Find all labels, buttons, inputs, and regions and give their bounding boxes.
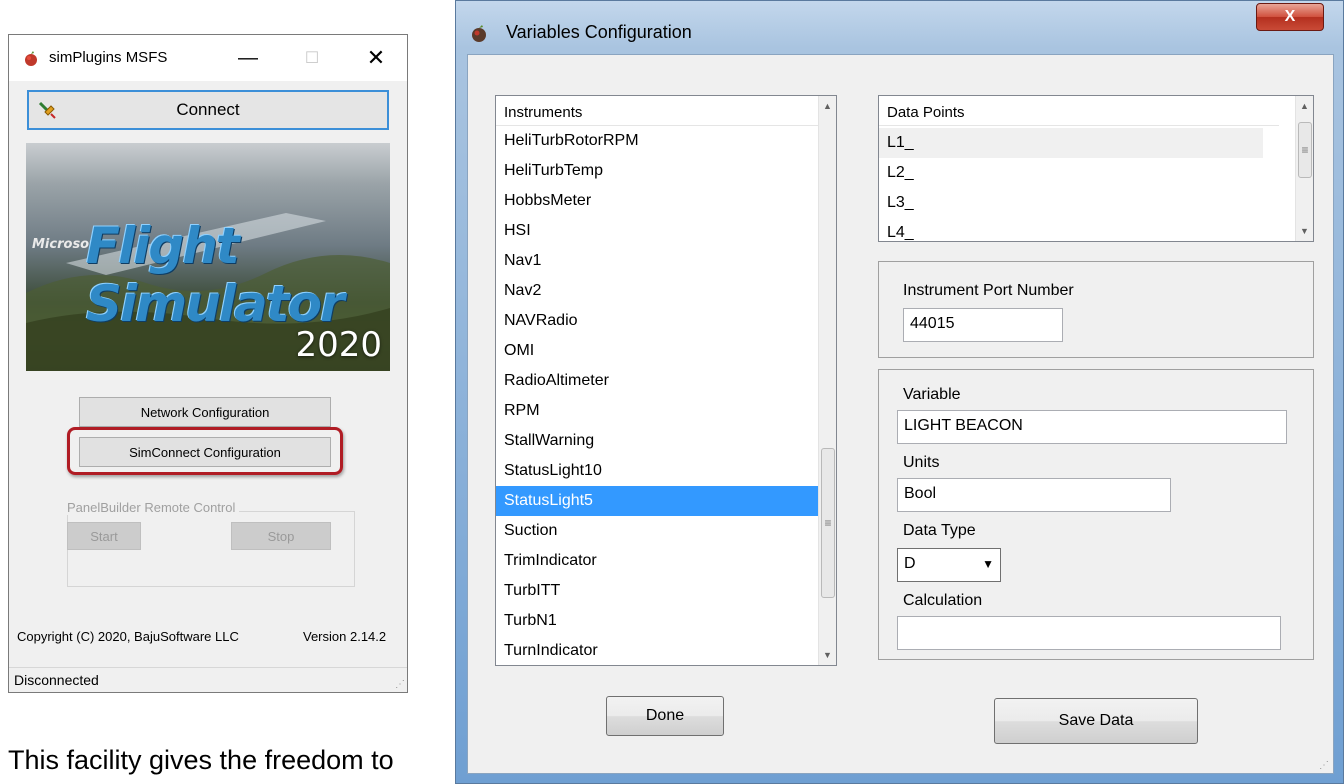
connect-button[interactable]: Connect: [27, 90, 389, 130]
list-item[interactable]: L4_: [879, 218, 1263, 241]
units-label: Units: [903, 454, 940, 471]
variables-configuration-window: Variables Configuration X Instruments He…: [455, 0, 1344, 784]
data-type-select[interactable]: D ▼: [897, 548, 1001, 582]
stop-button[interactable]: Stop: [231, 522, 331, 550]
chevron-down-icon: ▼: [982, 557, 994, 571]
app-icon: [472, 25, 486, 42]
background-caption: This facility gives the freedom to: [8, 745, 394, 775]
save-data-button[interactable]: Save Data: [994, 698, 1198, 744]
list-item[interactable]: TurnIndicator: [496, 636, 818, 665]
close-button[interactable]: X: [1256, 3, 1324, 31]
start-button[interactable]: Start: [67, 522, 141, 550]
resize-grip-icon[interactable]: ⋰: [395, 679, 405, 690]
list-item[interactable]: HSI: [496, 216, 818, 246]
list-item[interactable]: L3_: [879, 188, 1263, 218]
list-item[interactable]: StatusLight10: [496, 456, 818, 486]
list-item-selected[interactable]: StatusLight5: [496, 486, 818, 516]
scroll-down-icon[interactable]: ▼: [1296, 221, 1313, 241]
close-icon[interactable]: ✕: [353, 35, 399, 81]
title-bar[interactable]: simPlugins MSFS — ☐ ✕: [9, 35, 407, 81]
variable-label: Variable: [903, 386, 961, 403]
data-points-scrollbar[interactable]: ▲ ≡ ▼: [1295, 96, 1313, 241]
scroll-thumb[interactable]: ≡: [821, 448, 835, 598]
simplugins-window: simPlugins MSFS — ☐ ✕ Connect Microsoft …: [8, 34, 408, 693]
list-item[interactable]: HeliTurbRotorRPM: [496, 126, 818, 156]
minimize-icon[interactable]: —: [225, 35, 271, 81]
resize-grip-icon[interactable]: ⋰: [1319, 760, 1329, 771]
window-title: Variables Configuration: [506, 22, 692, 42]
network-configuration-button[interactable]: Network Configuration: [79, 397, 331, 427]
version-text: Version 2.14.2: [303, 629, 387, 644]
list-item[interactable]: RadioAltimeter: [496, 366, 818, 396]
calculation-input[interactable]: [897, 616, 1281, 650]
calculation-label: Calculation: [903, 592, 983, 609]
port-label: Instrument Port Number: [903, 282, 1074, 299]
list-item[interactable]: OMI: [496, 336, 818, 366]
connection-status: Disconnected: [14, 672, 99, 688]
list-item[interactable]: Suction: [496, 516, 818, 546]
variable-group: Variable LIGHT BEACON Units Bool Data Ty…: [878, 369, 1314, 660]
list-item[interactable]: Nav1: [496, 246, 818, 276]
maximize-icon[interactable]: ☐: [289, 35, 335, 81]
scroll-down-icon[interactable]: ▼: [819, 645, 836, 665]
copyright-text: Copyright (C) 2020, BajuSoftware LLC: [17, 629, 239, 644]
window-title: simPlugins MSFS: [49, 49, 168, 66]
instruments-column-header[interactable]: Instruments: [496, 96, 818, 126]
scroll-up-icon[interactable]: ▲: [1296, 96, 1313, 116]
flight-simulator-splash-image: Microsoft Flight Simulator 2020: [26, 143, 390, 371]
instruments-list[interactable]: Instruments HeliTurbRotorRPM HeliTurbTem…: [495, 95, 837, 666]
list-item[interactable]: HobbsMeter: [496, 186, 818, 216]
list-item[interactable]: RPM: [496, 396, 818, 426]
list-item[interactable]: Nav2: [496, 276, 818, 306]
instruments-scrollbar[interactable]: ▲ ≡ ▼: [818, 96, 836, 665]
list-item[interactable]: TurbN1: [496, 606, 818, 636]
units-input[interactable]: Bool: [897, 478, 1171, 512]
list-item[interactable]: NAVRadio: [496, 306, 818, 336]
list-item[interactable]: StallWarning: [496, 426, 818, 456]
data-type-label: Data Type: [903, 522, 976, 539]
data-points-column-header[interactable]: Data Points: [879, 96, 1279, 126]
list-item[interactable]: HeliTurbTemp: [496, 156, 818, 186]
data-points-list[interactable]: Data Points L1_ L2_ L3_ L4_ ▲ ≡ ▼: [878, 95, 1314, 242]
splash-year-text: 2020: [295, 325, 382, 365]
simconnect-configuration-button[interactable]: SimConnect Configuration: [79, 437, 331, 467]
list-item[interactable]: L2_: [879, 158, 1263, 188]
port-number-input[interactable]: 44015: [903, 308, 1063, 342]
list-item-focused[interactable]: L1_: [879, 128, 1263, 158]
scroll-thumb[interactable]: ≡: [1298, 122, 1312, 178]
done-button[interactable]: Done: [606, 696, 724, 736]
splash-title-text: Flight Simulator: [86, 217, 345, 333]
status-bar: Disconnected ⋰: [9, 667, 407, 692]
scroll-up-icon[interactable]: ▲: [819, 96, 836, 116]
window-client-area: Instruments HeliTurbRotorRPM HeliTurbTem…: [467, 54, 1334, 774]
list-item[interactable]: TurbITT: [496, 576, 818, 606]
app-icon: [25, 51, 37, 66]
port-group: Instrument Port Number 44015: [878, 261, 1314, 358]
plug-icon: [38, 101, 56, 119]
connect-label: Connect: [176, 100, 240, 119]
list-item[interactable]: TrimIndicator: [496, 546, 818, 576]
variable-input[interactable]: LIGHT BEACON: [897, 410, 1287, 444]
panelbuilder-group-label: PanelBuilder Remote Control: [63, 500, 240, 515]
